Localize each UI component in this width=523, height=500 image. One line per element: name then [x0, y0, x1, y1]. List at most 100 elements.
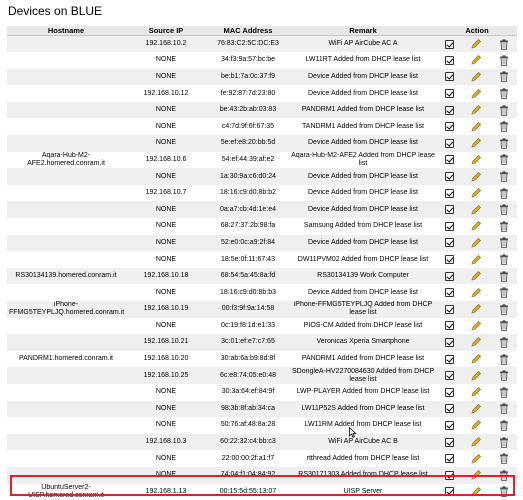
column-header-remark[interactable]: Remark: [289, 26, 437, 36]
edit-pencil-icon[interactable]: [470, 71, 482, 83]
edit-pencil-icon[interactable]: [470, 370, 482, 382]
enabled-checkbox[interactable]: [445, 39, 455, 49]
delete-trash-icon[interactable]: [499, 320, 509, 332]
edit-pencil-icon[interactable]: [470, 121, 482, 133]
enabled-checkbox[interactable]: [445, 354, 455, 364]
column-header-source-ip[interactable]: Source IP: [125, 26, 207, 36]
enabled-checkbox[interactable]: [445, 304, 455, 314]
edit-pencil-icon[interactable]: [470, 104, 482, 116]
edit-pencil-icon[interactable]: [470, 88, 482, 100]
delete-trash-icon[interactable]: [499, 121, 509, 133]
delete-trash-icon[interactable]: [499, 171, 509, 182]
enabled-checkbox[interactable]: [445, 470, 455, 480]
enabled-checkbox[interactable]: [445, 404, 455, 414]
column-header-hostname[interactable]: Hostname: [7, 26, 125, 36]
enabled-checkbox[interactable]: [445, 72, 455, 82]
enabled-checkbox[interactable]: [445, 55, 455, 65]
delete-trash-icon[interactable]: [499, 420, 509, 431]
enabled-checkbox[interactable]: [445, 105, 455, 115]
delete-trash-icon[interactable]: [499, 138, 509, 149]
enabled-checkbox[interactable]: [445, 288, 455, 298]
edit-pencil-icon[interactable]: [470, 137, 482, 149]
source-ip-cell: 192.168.10.25: [125, 367, 207, 384]
enabled-checkbox[interactable]: [445, 138, 455, 148]
delete-trash-icon[interactable]: [499, 55, 509, 66]
edit-pencil-icon[interactable]: [470, 469, 482, 481]
enabled-checkbox[interactable]: [445, 221, 455, 231]
delete-trash-icon[interactable]: [499, 304, 509, 315]
enabled-checkbox[interactable]: [445, 371, 455, 381]
delete-trash-icon[interactable]: [499, 387, 509, 398]
delete-trash-icon[interactable]: [499, 353, 509, 365]
enabled-checkbox[interactable]: [445, 387, 455, 397]
delete-trash-icon[interactable]: [499, 188, 509, 199]
source-ip-cell: 192.168.1.13: [125, 483, 207, 500]
delete-trash-icon[interactable]: [499, 486, 509, 498]
column-header-action: Action: [437, 26, 517, 36]
enabled-checkbox[interactable]: [445, 255, 455, 265]
delete-trash-icon[interactable]: [499, 337, 509, 348]
delete-trash-icon[interactable]: [499, 271, 509, 282]
remark-cell: TANDRM1 Added from DHCP lease list: [289, 118, 437, 136]
delete-trash-icon[interactable]: [499, 436, 509, 448]
delete-trash-icon[interactable]: [499, 88, 509, 99]
edit-pencil-icon[interactable]: [470, 187, 482, 199]
table-row: NONE 1a:30:9a:c6:d0:24 Device Added from D…: [7, 168, 517, 185]
edit-pencil-icon[interactable]: [470, 453, 482, 465]
enabled-checkbox[interactable]: [445, 454, 455, 464]
delete-trash-icon[interactable]: [499, 71, 509, 83]
edit-pencil-icon[interactable]: [470, 154, 482, 166]
delete-trash-icon[interactable]: [499, 287, 509, 299]
edit-pencil-icon[interactable]: [470, 254, 482, 266]
edit-pencil-icon[interactable]: [470, 270, 482, 282]
enabled-checkbox[interactable]: [445, 321, 455, 331]
edit-pencil-icon[interactable]: [470, 403, 482, 415]
hostname-cell: [7, 450, 125, 467]
table-row: PANDRM1.homered.conram.it 192.168.10.20 30…: [7, 350, 517, 368]
edit-pencil-icon[interactable]: [470, 204, 482, 216]
delete-trash-icon[interactable]: [499, 221, 509, 232]
edit-pencil-icon[interactable]: [470, 38, 482, 50]
enabled-checkbox[interactable]: [445, 155, 455, 165]
delete-trash-icon[interactable]: [499, 370, 509, 382]
edit-pencil-icon[interactable]: [470, 336, 482, 348]
edit-pencil-icon[interactable]: [470, 436, 482, 448]
delete-trash-icon[interactable]: [499, 403, 509, 415]
edit-pencil-icon[interactable]: [470, 220, 482, 232]
enabled-checkbox[interactable]: [445, 271, 455, 281]
enabled-checkbox[interactable]: [445, 487, 455, 497]
delete-trash-icon[interactable]: [499, 204, 509, 216]
source-ip-cell: NONE: [125, 317, 207, 335]
delete-trash-icon[interactable]: [499, 154, 509, 166]
delete-trash-icon[interactable]: [499, 105, 509, 116]
delete-trash-icon[interactable]: [499, 453, 509, 465]
edit-pencil-icon[interactable]: [470, 237, 482, 249]
edit-pencil-icon[interactable]: [470, 171, 482, 183]
edit-pencil-icon[interactable]: [470, 320, 482, 332]
enabled-checkbox[interactable]: [445, 238, 455, 248]
mac-address-cell: 30:3a:64:ef:84:9f: [207, 383, 289, 401]
source-ip-cell: 192.168.10.6: [125, 151, 207, 169]
edit-pencil-icon[interactable]: [470, 486, 482, 498]
edit-pencil-icon[interactable]: [470, 287, 482, 299]
delete-trash-icon[interactable]: [499, 254, 509, 265]
delete-trash-icon[interactable]: [499, 237, 509, 249]
edit-pencil-icon[interactable]: [470, 54, 482, 66]
mac-address-cell: 68:54:5a:45:8a:fd: [207, 267, 289, 285]
column-header-mac-address[interactable]: MAC Address: [207, 26, 289, 36]
enabled-checkbox[interactable]: [445, 205, 455, 215]
mac-address-cell: 0a:a7:cb:4d:1e:e4: [207, 201, 289, 219]
enabled-checkbox[interactable]: [445, 122, 455, 132]
enabled-checkbox[interactable]: [445, 172, 455, 182]
edit-pencil-icon[interactable]: [470, 386, 482, 398]
enabled-checkbox[interactable]: [445, 420, 455, 430]
edit-pencil-icon[interactable]: [470, 419, 482, 431]
delete-trash-icon[interactable]: [499, 38, 509, 50]
enabled-checkbox[interactable]: [445, 337, 455, 347]
edit-pencil-icon[interactable]: [470, 353, 482, 365]
enabled-checkbox[interactable]: [445, 437, 455, 447]
enabled-checkbox[interactable]: [445, 89, 455, 99]
edit-pencil-icon[interactable]: [470, 303, 482, 315]
delete-trash-icon[interactable]: [499, 470, 509, 481]
enabled-checkbox[interactable]: [445, 188, 455, 198]
